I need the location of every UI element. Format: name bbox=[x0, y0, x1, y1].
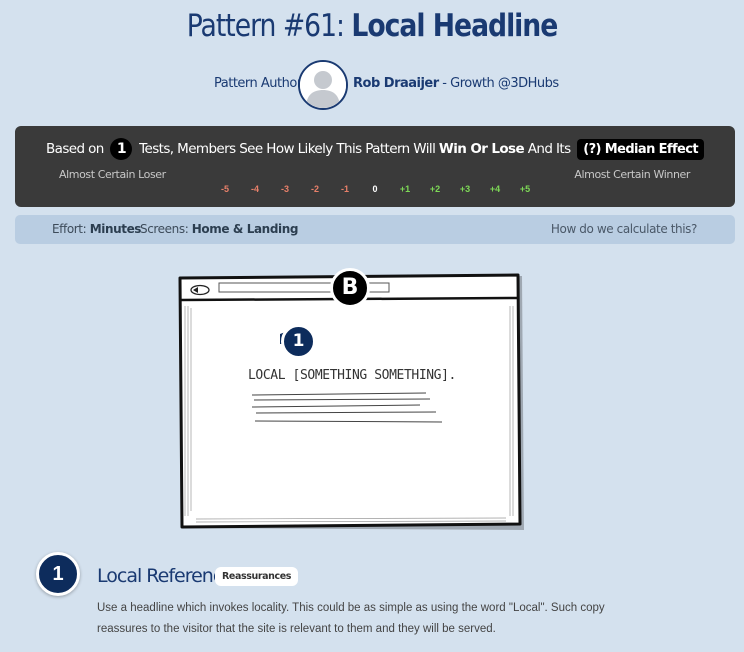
scale-value: -3 bbox=[280, 184, 289, 194]
effect-summary: Based on 1 Tests, Members See How Likely… bbox=[15, 138, 735, 160]
effort-info: Effort: Minutes bbox=[52, 222, 142, 236]
item-title: Local Reference bbox=[97, 565, 234, 587]
page-title: Pattern #61: Local Headline bbox=[52, 8, 692, 44]
marker-1-badge: 1 bbox=[281, 324, 316, 359]
scale-value: -5 bbox=[220, 184, 229, 194]
scale-value: +5 bbox=[519, 184, 531, 194]
scale-value: -2 bbox=[310, 184, 319, 194]
sketch-headline: LOCAL [SOMETHING SOMETHING]. bbox=[248, 368, 456, 383]
item-tag[interactable]: Reassurances bbox=[215, 567, 299, 586]
meta-bar: Effort: Minutes Screens: Home & Landing … bbox=[15, 215, 735, 244]
loser-label: Almost Certain Loser bbox=[59, 168, 166, 181]
scale-value: +3 bbox=[459, 184, 471, 194]
title-prefix: Pattern #61: bbox=[186, 8, 352, 44]
calculation-link[interactable]: How do we calculate this? bbox=[551, 222, 698, 236]
scale-value: +4 bbox=[489, 184, 501, 194]
winner-label: Almost Certain Winner bbox=[574, 168, 690, 181]
title-main: Local Headline bbox=[351, 8, 558, 44]
user-silhouette-icon bbox=[300, 62, 346, 108]
scale-value: +2 bbox=[429, 184, 441, 194]
item-description: Use a headline which invokes locality. T… bbox=[97, 602, 605, 635]
avatar[interactable] bbox=[298, 60, 348, 110]
author-label: Pattern Author: bbox=[214, 76, 306, 91]
item-number-badge: 1 bbox=[36, 552, 80, 596]
tests-count-badge: 1 bbox=[110, 138, 133, 160]
author-row: Pattern Author: Rob Draaijer - Growth @3… bbox=[0, 60, 744, 110]
effect-panel: Based on 1 Tests, Members See How Likely… bbox=[15, 126, 735, 207]
pattern-sketch: B 1 LOCAL [SOMETHING SOMETHING]. bbox=[176, 266, 526, 532]
screens-info: Screens: Home & Landing bbox=[140, 222, 299, 236]
scale-value: -4 bbox=[250, 184, 259, 194]
variant-b-badge: B bbox=[330, 268, 370, 308]
scale-value: +1 bbox=[399, 184, 411, 194]
scale-value: -1 bbox=[340, 184, 349, 194]
median-effect-button[interactable]: (?) Median Effect bbox=[577, 138, 704, 160]
author-name-link[interactable]: Rob Draaijer - Growth @3DHubs bbox=[353, 76, 559, 91]
scale-value: 0 bbox=[372, 184, 378, 194]
